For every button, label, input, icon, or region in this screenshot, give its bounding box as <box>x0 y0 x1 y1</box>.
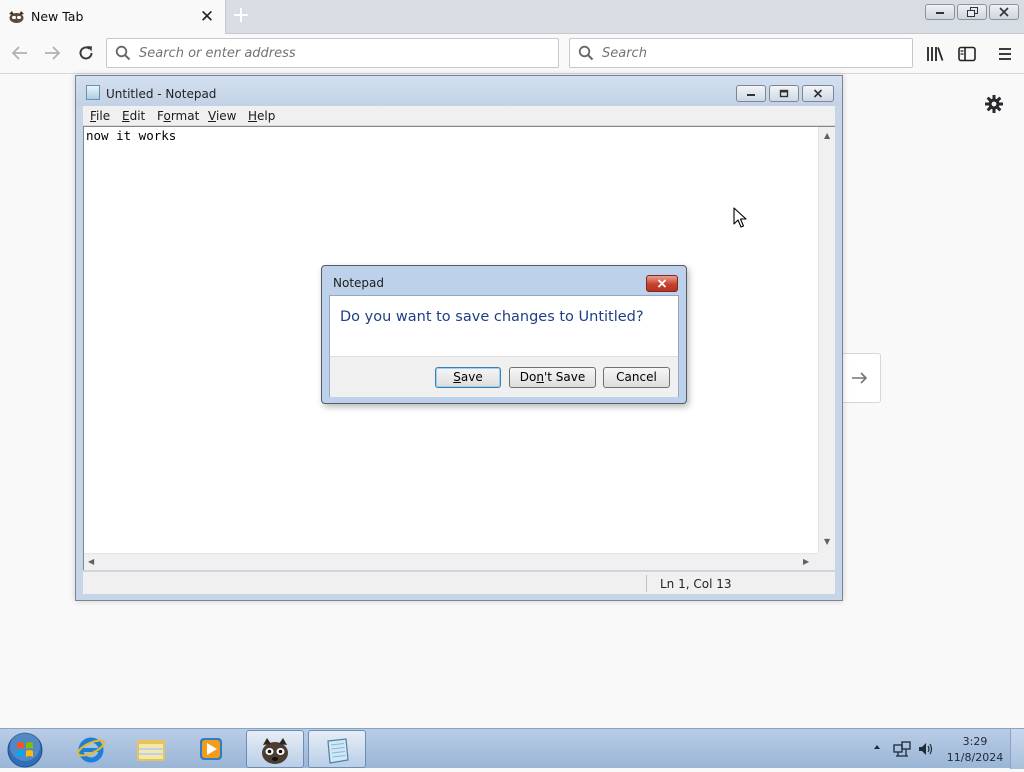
cancel-button[interactable]: Cancel <box>603 367 670 388</box>
sidebar-button[interactable] <box>953 41 981 67</box>
dialog-body: Do you want to save changes to Untitled?… <box>329 295 679 397</box>
show-desktop-button[interactable] <box>1010 729 1024 769</box>
dont-save-button[interactable]: Don't Save <box>509 367 596 388</box>
scroll-right-icon[interactable]: ▶ <box>803 557 809 566</box>
browser-tab-new-tab[interactable]: New Tab ✕ <box>0 0 226 34</box>
notepad-maximize-button[interactable] <box>769 85 799 102</box>
start-button[interactable] <box>6 731 46 769</box>
media-player-icon <box>182 735 240 763</box>
taskbar-firefox[interactable] <box>246 730 304 768</box>
dialog-close-button[interactable] <box>646 275 678 292</box>
windows-logo-icon <box>6 731 44 772</box>
gear-icon[interactable] <box>983 93 1005 115</box>
taskbar-internet-explorer[interactable] <box>62 730 120 768</box>
search-input[interactable] <box>600 43 902 63</box>
show-hidden-icons-icon[interactable] <box>871 741 883 753</box>
internet-explorer-icon <box>62 735 120 763</box>
taskbar: 3:29 11/8/2024 <box>0 728 1024 769</box>
new-tab-button[interactable]: + <box>229 4 253 30</box>
dialog-title: Notepad <box>333 276 384 290</box>
close-icon <box>647 279 677 288</box>
save-button[interactable]: Save <box>435 367 501 388</box>
taskbar-notepad[interactable] <box>308 730 366 768</box>
mouse-cursor-icon <box>733 207 749 229</box>
notepad-titlebar[interactable]: Untitled - Notepad <box>76 76 842 106</box>
scroll-down-icon[interactable]: ▼ <box>824 537 830 546</box>
sidebar-icon <box>953 46 981 62</box>
arrow-right-icon <box>840 370 880 386</box>
notepad-close-button[interactable] <box>802 85 834 102</box>
url-bar[interactable] <box>106 38 559 68</box>
menu-file[interactable]: File <box>90 109 110 123</box>
save-changes-dialog: Notepad Do you want to save changes to U… <box>321 265 687 404</box>
cursor-position: Ln 1, Col 13 <box>660 577 732 591</box>
forward-button[interactable] <box>38 39 66 67</box>
notepad-statusbar: Ln 1, Col 13 <box>83 571 835 594</box>
notepad-minimize-button[interactable] <box>736 85 766 102</box>
browser-minimize-button[interactable] <box>925 4 955 20</box>
taskbar-windows-explorer[interactable] <box>122 730 180 768</box>
search-box[interactable] <box>569 38 913 68</box>
tab-title: New Tab <box>31 9 84 24</box>
forward-icon <box>38 43 66 63</box>
notepad-icon <box>309 736 365 766</box>
notepad-menubar: File Edit Format View Help <box>83 106 835 126</box>
hamburger-menu-button[interactable] <box>991 41 1019 67</box>
scroll-left-icon[interactable]: ◀ <box>88 557 94 566</box>
navigation-toolbar <box>0 34 1024 74</box>
browser-restore-button[interactable] <box>957 4 987 20</box>
dialog-button-bar: Save Don't Save Cancel <box>330 356 678 397</box>
horizontal-scrollbar[interactable]: ◀ ▶ <box>84 553 818 570</box>
taskbar-media-player[interactable] <box>182 730 240 768</box>
scroll-corner <box>818 553 835 570</box>
back-icon <box>6 43 34 63</box>
url-input[interactable] <box>137 43 548 63</box>
volume-icon[interactable] <box>917 740 935 758</box>
library-icon <box>921 46 949 62</box>
search-icon <box>115 45 131 64</box>
firefox-icon <box>247 736 303 766</box>
clock-date[interactable]: 11/8/2024 <box>946 751 1004 764</box>
window-title: Untitled - Notepad <box>106 87 217 101</box>
library-button[interactable] <box>921 41 949 67</box>
menu-edit[interactable]: Edit <box>122 109 145 123</box>
tab-close-icon[interactable]: ✕ <box>196 6 218 28</box>
status-divider <box>646 575 647 592</box>
firefox-tab-icon <box>8 10 25 24</box>
network-icon[interactable] <box>893 740 911 758</box>
scroll-up-icon[interactable]: ▲ <box>824 131 830 140</box>
reload-button[interactable] <box>72 39 100 67</box>
folder-icon <box>122 735 180 763</box>
hamburger-menu-icon <box>991 46 1019 62</box>
menu-view[interactable]: View <box>208 109 236 123</box>
notepad-app-icon <box>86 85 100 100</box>
browser-close-button[interactable] <box>989 4 1019 20</box>
back-button[interactable] <box>6 39 34 67</box>
next-page-button[interactable] <box>839 353 881 403</box>
dialog-message: Do you want to save changes to Untitled? <box>340 309 644 325</box>
menu-help[interactable]: Help <box>248 109 275 123</box>
search-icon <box>578 45 594 64</box>
clock-time[interactable]: 3:29 <box>946 735 1004 748</box>
vertical-scrollbar[interactable]: ▲ ▼ <box>818 127 835 553</box>
menu-format[interactable]: Format <box>157 109 199 123</box>
reload-icon <box>72 43 100 63</box>
